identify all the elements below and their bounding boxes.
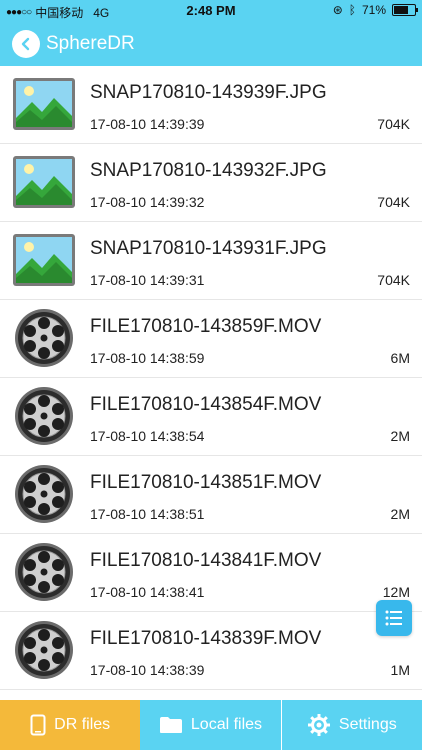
file-size: 2M	[390, 506, 410, 522]
tab-bar: DR files Local files Settings	[0, 700, 422, 750]
image-file-icon	[13, 156, 75, 208]
file-size: 704K	[377, 194, 410, 210]
status-bar: ●●●○○ 中国移动 4G 2:48 PM ⊛ ᛒ 71%	[0, 0, 422, 22]
tab-settings[interactable]: Settings	[281, 700, 422, 750]
tab-dr-files[interactable]: DR files	[0, 700, 141, 750]
file-row[interactable]: SNAP170810-143939F.JPG 17-08-10 14:39:39 7…	[0, 66, 422, 144]
tab-local-files[interactable]: Local files	[140, 700, 281, 750]
file-row[interactable]: FILE170810-143851F.MOV 17-08-10 14:38:51 2…	[0, 456, 422, 534]
file-date: 17-08-10 14:39:32	[90, 194, 205, 210]
file-name: FILE170810-143839F.MOV	[90, 628, 322, 649]
tab-label: DR files	[54, 716, 111, 733]
back-button[interactable]	[12, 30, 40, 58]
file-name: FILE170810-143859F.MOV	[90, 316, 322, 337]
file-date: 17-08-10 14:38:59	[90, 350, 205, 366]
file-row[interactable]: FILE170810-143859F.MOV 17-08-10 14:38:59 6…	[0, 300, 422, 378]
folder-icon	[159, 717, 182, 733]
file-row[interactable]: FILE170810-143854F.MOV 17-08-10 14:38:54 2…	[0, 378, 422, 456]
file-size: 12M	[382, 584, 410, 600]
phone-icon	[30, 714, 46, 736]
status-right: ⊛ ᛒ 71%	[332, 3, 418, 17]
image-file-icon	[13, 234, 75, 286]
file-row[interactable]: FILE170810-143839F.MOV 17-08-10 14:38:39 1…	[0, 612, 422, 690]
file-name: SNAP170810-143932F.JPG	[90, 160, 327, 181]
tab-label: Local files	[190, 716, 263, 733]
battery-icon	[392, 4, 418, 16]
film-reel-icon	[15, 387, 73, 445]
file-row[interactable]: SNAP170810-143932F.JPG 17-08-10 14:39:32 7…	[0, 144, 422, 222]
file-size: 1M	[390, 662, 410, 678]
image-file-icon	[13, 78, 75, 130]
film-reel-icon	[15, 309, 73, 367]
file-date: 17-08-10 14:38:39	[90, 662, 205, 678]
file-date: 17-08-10 14:38:41	[90, 584, 205, 600]
file-date: 17-08-10 14:38:54	[90, 428, 205, 444]
file-name: SNAP170810-143939F.JPG	[90, 82, 327, 103]
page-title: SphereDR	[46, 33, 135, 54]
file-size: 6M	[390, 350, 410, 366]
file-row-partial[interactable]	[0, 690, 422, 700]
film-reel-icon	[15, 621, 73, 679]
list-view-button[interactable]	[376, 600, 412, 636]
file-date: 17-08-10 14:39:39	[90, 116, 205, 132]
file-row[interactable]: SNAP170810-143931F.JPG 17-08-10 14:39:31 7…	[0, 222, 422, 300]
file-name: FILE170810-143851F.MOV	[90, 472, 322, 493]
file-size: 704K	[377, 116, 410, 132]
file-name: FILE170810-143841F.MOV	[90, 550, 322, 571]
file-date: 17-08-10 14:38:51	[90, 506, 205, 522]
file-name: FILE170810-143854F.MOV	[90, 394, 322, 415]
film-reel-icon	[15, 543, 73, 601]
chevron-left-icon	[21, 37, 30, 51]
battery-fill	[394, 6, 408, 14]
file-list[interactable]: SNAP170810-143939F.JPG 17-08-10 14:39:39 7…	[0, 66, 422, 700]
rotation-lock-icon: ⊛	[332, 3, 343, 17]
nav-bar: SphereDR	[0, 22, 422, 66]
list-icon	[385, 610, 402, 626]
file-name: SNAP170810-143931F.JPG	[90, 238, 327, 259]
gear-icon	[307, 714, 330, 736]
tab-label: Settings	[338, 716, 397, 733]
file-date: 17-08-10 14:39:31	[90, 272, 205, 288]
file-size: 2M	[390, 428, 410, 444]
file-row[interactable]: FILE170810-143841F.MOV 17-08-10 14:38:41 1…	[0, 534, 422, 612]
bluetooth-icon: ᛒ	[348, 3, 356, 17]
file-size: 704K	[377, 272, 410, 288]
film-reel-icon	[15, 465, 73, 523]
battery-percent: 71%	[361, 3, 386, 17]
